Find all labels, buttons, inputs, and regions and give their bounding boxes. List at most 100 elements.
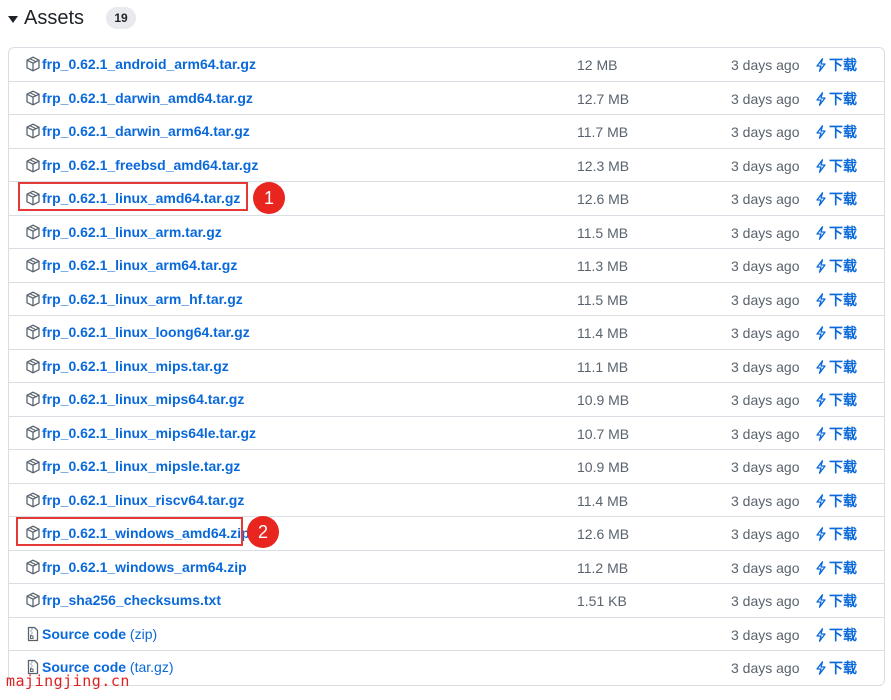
download-button[interactable]: 下载 [815, 524, 857, 544]
asset-name-text[interactable]: Source code [42, 626, 126, 642]
download-button[interactable]: 下载 [815, 55, 857, 75]
asset-name-text[interactable]: frp_0.62.1_linux_mips.tar.gz [42, 358, 229, 374]
download-lightning-icon[interactable] [815, 158, 829, 173]
asset-name-text[interactable]: frp_0.62.1_linux_mips64.tar.gz [42, 391, 244, 407]
download-label[interactable]: 下载 [829, 591, 857, 611]
asset-row: frp_0.62.1_linux_mips64le.tar.gz 10.7 MB 3… [9, 417, 884, 450]
download-button[interactable]: 下载 [815, 390, 857, 410]
download-label[interactable]: 下载 [829, 491, 857, 511]
download-label[interactable]: 下载 [829, 290, 857, 310]
download-button[interactable]: 下载 [815, 658, 857, 678]
download-button[interactable]: 下载 [815, 290, 857, 310]
download-button[interactable]: 下载 [815, 491, 857, 511]
asset-name-text[interactable]: frp_sha256_checksums.txt [42, 592, 221, 608]
download-button[interactable]: 下载 [815, 625, 857, 645]
download-label[interactable]: 下载 [829, 122, 857, 142]
download-label[interactable]: 下载 [829, 457, 857, 477]
download-lightning-icon[interactable] [815, 292, 829, 307]
download-label[interactable]: 下载 [829, 357, 857, 377]
asset-name-text[interactable]: frp_0.62.1_freebsd_amd64.tar.gz [42, 157, 258, 173]
package-icon [25, 90, 41, 106]
asset-link[interactable]: frp_0.62.1_darwin_arm64.tar.gz [42, 123, 250, 139]
download-label[interactable]: 下载 [829, 625, 857, 645]
download-label[interactable]: 下载 [829, 524, 857, 544]
download-lightning-icon[interactable] [815, 527, 829, 541]
asset-size: 11.3 MB [577, 258, 629, 274]
download-label[interactable]: 下载 [829, 89, 857, 109]
download-button[interactable]: 下载 [815, 256, 857, 276]
download-label[interactable]: 下载 [829, 189, 857, 209]
asset-link[interactable]: frp_0.62.1_linux_riscv64.tar.gz [42, 492, 244, 508]
assets-header[interactable]: Assets 19 [8, 4, 137, 32]
download-lightning-icon[interactable] [815, 359, 829, 374]
download-button[interactable]: 下载 [815, 591, 857, 611]
download-button[interactable]: 下载 [815, 156, 857, 176]
download-lightning-icon[interactable] [815, 661, 829, 675]
asset-link[interactable]: frp_0.62.1_android_arm64.tar.gz [42, 56, 256, 72]
asset-link[interactable]: frp_0.62.1_linux_loong64.tar.gz [42, 324, 250, 340]
asset-link[interactable]: frp_0.62.1_linux_mips64.tar.gz [42, 391, 244, 407]
download-label[interactable]: 下载 [829, 256, 857, 276]
download-label[interactable]: 下载 [829, 558, 857, 578]
download-label[interactable]: 下载 [829, 424, 857, 444]
asset-name-text[interactable]: frp_0.62.1_linux_loong64.tar.gz [42, 324, 250, 340]
asset-link[interactable]: frp_0.62.1_darwin_amd64.tar.gz [42, 90, 253, 106]
package-icon [25, 559, 41, 575]
asset-link[interactable]: frp_0.62.1_linux_mips64le.tar.gz [42, 425, 256, 441]
asset-name-text[interactable]: frp_0.62.1_darwin_arm64.tar.gz [42, 123, 250, 139]
asset-name-text[interactable]: frp_0.62.1_linux_arm64.tar.gz [42, 257, 237, 273]
asset-name-text[interactable]: frp_0.62.1_linux_riscv64.tar.gz [42, 492, 244, 508]
asset-name-text[interactable]: frp_0.62.1_linux_mips64le.tar.gz [42, 425, 256, 441]
download-lightning-icon[interactable] [815, 594, 829, 608]
download-lightning-icon[interactable] [815, 627, 829, 642]
download-label[interactable]: 下载 [829, 223, 857, 243]
download-lightning-icon[interactable] [815, 91, 829, 106]
download-lightning-icon[interactable] [815, 493, 829, 508]
asset-name-text[interactable]: frp_0.62.1_windows_arm64.zip [42, 559, 247, 575]
asset-name-text[interactable]: frp_0.62.1_linux_arm.tar.gz [42, 224, 222, 240]
asset-date: 3 days ago [731, 224, 800, 241]
download-button[interactable]: 下载 [815, 558, 857, 578]
download-lightning-icon[interactable] [815, 192, 829, 206]
download-button[interactable]: 下载 [815, 189, 857, 209]
download-button[interactable]: 下载 [815, 357, 857, 377]
caret-down-icon[interactable] [8, 15, 18, 23]
download-lightning-icon[interactable] [815, 125, 829, 139]
download-lightning-icon[interactable] [815, 259, 829, 273]
asset-link[interactable]: frp_0.62.1_freebsd_amd64.tar.gz [42, 157, 258, 173]
download-lightning-icon[interactable] [815, 426, 829, 441]
asset-link[interactable]: frp_0.62.1_windows_arm64.zip [42, 559, 247, 575]
asset-link[interactable]: frp_0.62.1_linux_arm.tar.gz [42, 224, 222, 240]
download-lightning-icon[interactable] [815, 560, 829, 575]
asset-size: 10.9 MB [577, 459, 630, 475]
download-button[interactable]: 下载 [815, 223, 857, 243]
asset-link[interactable]: frp_0.62.1_linux_mipsle.tar.gz [42, 458, 240, 474]
download-lightning-icon[interactable] [815, 225, 829, 240]
download-lightning-icon[interactable] [815, 460, 829, 474]
download-button[interactable]: 下载 [815, 457, 857, 477]
download-button[interactable]: 下载 [815, 424, 857, 444]
asset-link[interactable]: frp_0.62.1_linux_arm_hf.tar.gz [42, 291, 243, 307]
download-label[interactable]: 下载 [829, 658, 857, 678]
asset-name-text[interactable]: frp_0.62.1_darwin_amd64.tar.gz [42, 90, 253, 106]
download-label[interactable]: 下载 [829, 55, 857, 75]
download-lightning-icon[interactable] [815, 326, 829, 340]
download-label[interactable]: 下载 [829, 390, 857, 410]
asset-row: Source code (tar.gz) 3 days ago 下载 [9, 651, 884, 685]
download-button[interactable]: 下载 [815, 122, 857, 142]
asset-name-text[interactable]: frp_0.62.1_linux_arm_hf.tar.gz [42, 291, 243, 307]
download-button[interactable]: 下载 [815, 323, 857, 343]
asset-date: 3 days ago [731, 325, 800, 341]
asset-link[interactable]: frp_0.62.1_linux_arm64.tar.gz [42, 257, 237, 273]
asset-link[interactable]: frp_0.62.1_linux_mips.tar.gz [42, 358, 229, 374]
download-label[interactable]: 下载 [829, 156, 857, 176]
asset-link[interactable]: Source code (zip) [42, 626, 157, 642]
download-lightning-icon[interactable] [815, 58, 829, 72]
download-label[interactable]: 下载 [829, 323, 857, 343]
download-button[interactable]: 下载 [815, 89, 857, 109]
asset-link[interactable]: frp_sha256_checksums.txt [42, 592, 221, 608]
asset-date: 3 days ago [731, 425, 800, 442]
asset-name-text[interactable]: frp_0.62.1_android_arm64.tar.gz [42, 56, 256, 72]
asset-name-text[interactable]: frp_0.62.1_linux_mipsle.tar.gz [42, 458, 240, 474]
download-lightning-icon[interactable] [815, 393, 829, 407]
